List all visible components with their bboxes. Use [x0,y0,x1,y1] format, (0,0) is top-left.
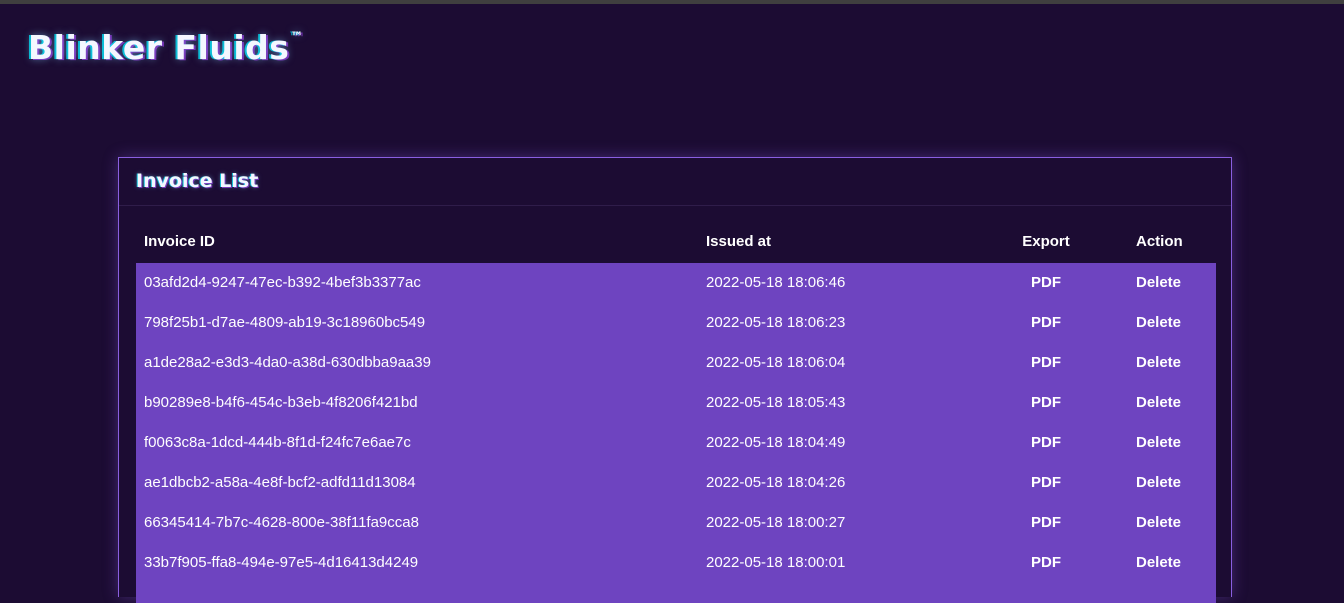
table-row: 66345414-7b7c-4628-800e-38f11fa9cca8 202… [136,503,1216,543]
export-pdf-link[interactable]: PDF [1006,514,1086,531]
export-pdf-link[interactable]: PDF [1006,474,1086,491]
issued-at-cell: 2022-05-18 18:06:04 [706,354,846,371]
issued-at-cell: 2022-05-18 18:04:26 [706,474,846,491]
table-row: f0063c8a-1dcd-444b-8f1d-f24fc7e6ae7c 202… [136,423,1216,463]
export-pdf-link[interactable]: PDF [1006,354,1086,371]
table-row: 33b7f905-ffa8-494e-97e5-4d16413d4249 202… [136,543,1216,583]
delete-link[interactable]: Delete [1136,274,1181,291]
invoice-table-body: 03afd2d4-9247-47ec-b392-4bef3b3377ac 202… [136,263,1216,603]
delete-link[interactable]: Delete [1136,474,1181,491]
export-pdf-link[interactable]: PDF [1006,554,1086,571]
card-divider [119,205,1231,206]
export-pdf-link[interactable]: PDF [1006,394,1086,411]
table-row: ae1dbcb2-a58a-4e8f-bcf2-adfd11d13084 202… [136,463,1216,503]
issued-at-cell: 2022-05-18 18:05:43 [706,394,846,411]
invoice-id-cell: 798f25b1-d7ae-4809-ab19-3c18960bc549 [144,314,426,331]
issued-at-cell: 2022-05-18 18:00:01 [706,554,846,571]
delete-link[interactable]: Delete [1136,434,1181,451]
window-top-border [0,0,1344,4]
export-pdf-link[interactable]: PDF [1006,274,1086,291]
invoice-id-cell: f0063c8a-1dcd-444b-8f1d-f24fc7e6ae7c [144,434,411,451]
delete-link[interactable]: Delete [1136,554,1181,571]
issued-at-cell: 2022-05-18 18:04:49 [706,434,846,451]
invoice-id-cell: b90289e8-b4f6-454c-b3eb-4f8206f421bd [144,394,418,411]
invoice-list-card: Invoice List Invoice ID Issued at Export… [118,157,1232,603]
brand-name: Blinker Fluids [28,28,290,67]
brand-trademark: ™ [290,30,304,45]
delete-link[interactable]: Delete [1136,394,1181,411]
delete-link[interactable]: Delete [1136,514,1181,531]
invoice-id-cell: 03afd2d4-9247-47ec-b392-4bef3b3377ac [144,274,421,291]
table-header: Invoice ID Issued at Export Action [136,230,1216,254]
export-pdf-link[interactable]: PDF [1006,314,1086,331]
table-row: b90289e8-b4f6-454c-b3eb-4f8206f421bd 202… [136,383,1216,423]
table-row: 798f25b1-d7ae-4809-ab19-3c18960bc549 202… [136,303,1216,343]
export-pdf-link[interactable]: PDF [1006,434,1086,451]
issued-at-cell: 2022-05-18 18:06:23 [706,314,846,331]
invoice-id-cell: ae1dbcb2-a58a-4e8f-bcf2-adfd11d13084 [144,474,416,491]
issued-at-cell: 2022-05-18 18:00:27 [706,514,846,531]
column-header-issued-at: Issued at [706,233,772,250]
brand-logo[interactable]: Blinker Fluids™ [28,28,304,67]
column-header-export: Export [1022,233,1070,250]
card-title: Invoice List [136,170,259,192]
table-row: a1de28a2-e3d3-4da0-a38d-630dbba9aa39 202… [136,343,1216,383]
column-header-action: Action [1136,233,1183,250]
invoice-id-cell: 33b7f905-ffa8-494e-97e5-4d16413d4249 [144,554,419,571]
delete-link[interactable]: Delete [1136,314,1181,331]
issued-at-cell: 2022-05-18 18:06:46 [706,274,846,291]
delete-link[interactable]: Delete [1136,354,1181,371]
invoice-id-cell: 66345414-7b7c-4628-800e-38f11fa9cca8 [144,514,419,531]
invoice-id-cell: a1de28a2-e3d3-4da0-a38d-630dbba9aa39 [144,354,431,371]
column-header-invoice-id: Invoice ID [144,233,215,250]
table-row: 03afd2d4-9247-47ec-b392-4bef3b3377ac 202… [136,263,1216,303]
